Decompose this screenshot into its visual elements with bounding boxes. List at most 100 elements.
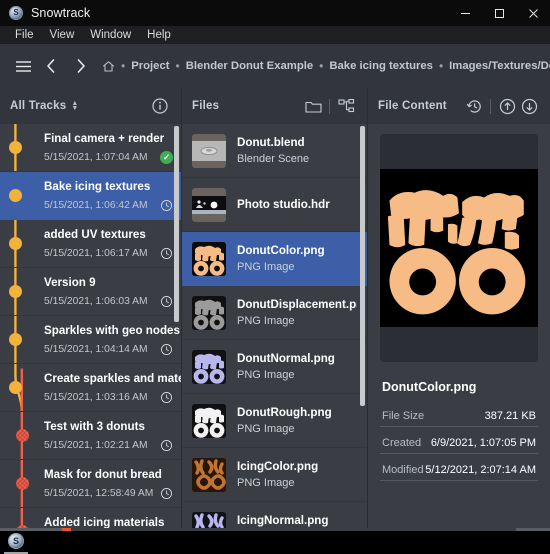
commit-node[interactable] <box>9 285 22 298</box>
files-scroll-area[interactable]: Donut.blend Blender Scene Photo studio.hdr… <box>182 124 367 532</box>
files-panel: Files Donut.blend Blender Scene Photo st… <box>181 88 367 532</box>
tracks-scrollbar[interactable] <box>174 126 179 322</box>
restore-clock-icon[interactable] <box>160 247 173 260</box>
track-meta: 5/15/2021, 1:06:42 AM <box>44 199 181 212</box>
commit-node[interactable] <box>16 429 29 442</box>
restore-clock-icon[interactable] <box>160 439 173 452</box>
snowtrack-taskbar-icon[interactable]: S <box>8 533 24 549</box>
files-scrollbar[interactable] <box>360 126 365 406</box>
file-type: Blender Scene <box>237 153 310 165</box>
file-name: Donut.blend <box>237 136 305 149</box>
files-panel-header: Files <box>182 88 367 124</box>
close-icon[interactable] <box>516 0 550 26</box>
track-name: added UV textures <box>44 228 146 241</box>
breadcrumb-item-blender-donut-example[interactable]: Blender Donut Example <box>186 60 313 72</box>
track-date: 5/15/2021, 1:03:16 AM <box>44 392 148 403</box>
tracks-panel-title: All Tracks <box>10 100 67 112</box>
file-type: PNG Image <box>237 423 295 435</box>
window-controls <box>448 0 550 26</box>
menu-view[interactable]: View <box>42 26 83 44</box>
chevron-right-icon[interactable] <box>66 58 96 74</box>
file-thumbnail-icon <box>192 133 226 168</box>
file-list-item[interactable]: DonutRough.png PNG Image <box>182 394 367 448</box>
track-name: Mask for donut bread <box>44 468 162 481</box>
meta-row-modified: Modified 5/12/2021, 2:07:14 AM <box>380 454 538 481</box>
folder-icon[interactable] <box>302 95 324 117</box>
track-row[interactable]: Test with 3 donuts 5/15/2021, 1:02:21 AM <box>0 412 181 460</box>
track-row[interactable]: added UV textures 5/15/2021, 1:06:17 AM <box>0 220 181 268</box>
commit-node[interactable] <box>9 381 22 394</box>
meta-value: 387.21 KB <box>484 410 536 422</box>
arrow-down-circle-icon[interactable] <box>518 95 540 117</box>
status-badge-check: ✓ <box>160 151 173 164</box>
maximize-icon[interactable] <box>482 0 516 26</box>
breadcrumb-separator: • <box>121 59 126 73</box>
file-preview-box <box>380 134 538 362</box>
file-list-item[interactable]: Photo studio.hdr <box>182 178 367 232</box>
info-icon[interactable] <box>149 95 171 117</box>
file-thumbnail-icon <box>192 403 226 438</box>
file-text: DonutColor.png PNG Image <box>237 243 325 274</box>
home-icon[interactable] <box>102 60 115 73</box>
file-text: DonutDisplacement.png PNG Image <box>237 297 357 328</box>
file-list-item[interactable]: DonutNormal.png PNG Image <box>182 340 367 394</box>
breadcrumb-item-file-path[interactable]: Images/Textures/DonutColor.pn <box>449 60 550 72</box>
header-divider <box>490 98 491 114</box>
navigation-bar: • Project • Blender Donut Example • Bake… <box>0 44 550 88</box>
file-thumbnail-icon <box>192 241 226 276</box>
taskbar-top-strip <box>0 528 550 531</box>
commit-node[interactable] <box>16 477 29 490</box>
track-name: Create sparkles and materi <box>44 372 181 385</box>
menu-help[interactable]: Help <box>139 26 179 44</box>
breadcrumb-item-bake-icing-textures[interactable]: Bake icing textures <box>329 60 433 72</box>
restore-clock-icon[interactable] <box>160 343 173 356</box>
track-date: 5/15/2021, 1:06:42 AM <box>44 200 148 211</box>
file-list-item[interactable]: DonutColor.png PNG Image <box>182 232 367 286</box>
track-row[interactable]: Sparkles with geo nodes 5/15/2021, 1:04:1… <box>0 316 181 364</box>
commit-node[interactable] <box>9 189 22 202</box>
track-date: 5/15/2021, 1:06:03 AM <box>44 296 148 307</box>
arrow-up-circle-icon[interactable] <box>496 95 518 117</box>
meta-key: File Size <box>382 410 425 422</box>
track-date: 5/15/2021, 1:04:14 AM <box>44 344 148 355</box>
file-type: PNG Image <box>237 315 295 327</box>
file-list-item[interactable]: DonutDisplacement.png PNG Image <box>182 286 367 340</box>
breadcrumb: • Project • Blender Donut Example • Bake… <box>102 59 550 73</box>
header-divider <box>329 98 330 114</box>
commit-node[interactable] <box>9 333 22 346</box>
chevron-up-down-icon[interactable]: ▲ ▼ <box>71 100 78 112</box>
minimize-icon[interactable] <box>448 0 482 26</box>
restore-clock-icon[interactable] <box>160 391 173 404</box>
file-text: Photo studio.hdr <box>237 197 330 212</box>
texture-image <box>380 169 538 327</box>
menu-window[interactable]: Window <box>82 26 139 44</box>
file-list-item[interactable]: Donut.blend Blender Scene <box>182 124 367 178</box>
menu-file[interactable]: File <box>7 26 42 44</box>
donut-color-texture-preview <box>380 169 538 327</box>
breadcrumb-separator: • <box>319 59 324 73</box>
tracks-scroll-area[interactable]: Final camera + render 5/15/2021, 1:07:04 … <box>0 124 181 532</box>
breadcrumb-separator: • <box>175 59 180 73</box>
commit-node[interactable] <box>9 237 22 250</box>
restore-clock-icon[interactable] <box>160 295 173 308</box>
breadcrumb-item-project[interactable]: Project <box>131 60 169 72</box>
commit-node[interactable] <box>9 141 22 154</box>
restore-clock-icon[interactable] <box>160 487 173 500</box>
restore-clock-icon[interactable] <box>160 199 173 212</box>
file-content-header: File Content <box>368 88 550 124</box>
chevron-left-icon[interactable] <box>36 58 66 74</box>
menu-icon[interactable] <box>10 60 36 73</box>
track-row[interactable]: Create sparkles and materi 5/15/2021, 1:0… <box>0 364 181 412</box>
file-content-panel: File Content DonutColor.png File Size 38… <box>367 88 550 532</box>
file-list-item[interactable]: IcingColor.png PNG Image <box>182 448 367 502</box>
track-meta: 5/15/2021, 1:06:03 AM <box>44 295 181 308</box>
track-name: Bake icing textures <box>44 180 151 193</box>
meta-row-file-size: File Size 387.21 KB <box>380 400 538 427</box>
hierarchy-tree-icon[interactable] <box>335 95 357 117</box>
track-row[interactable]: Mask for donut bread 5/15/2021, 12:58:49 … <box>0 460 181 508</box>
track-row[interactable]: Final camera + render 5/15/2021, 1:07:04 … <box>0 124 181 172</box>
track-row[interactable]: Version 9 5/15/2021, 1:06:03 AM <box>0 268 181 316</box>
track-row[interactable]: Bake icing textures 5/15/2021, 1:06:42 AM <box>0 172 181 220</box>
track-meta: 5/15/2021, 1:03:16 AM <box>44 391 181 404</box>
history-clock-icon[interactable] <box>463 95 485 117</box>
